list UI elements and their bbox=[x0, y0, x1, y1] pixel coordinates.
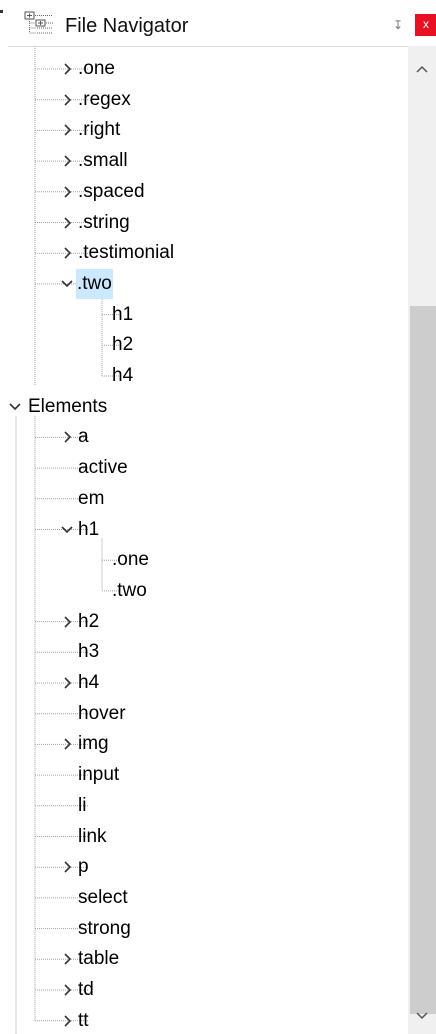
tree-item-label: .spaced bbox=[78, 180, 145, 202]
chevron-right-icon[interactable] bbox=[59, 951, 75, 967]
file-navigator-panel: File Navigator ↧ x .one .regex .right .smal… bbox=[0, 0, 436, 1034]
tree-item[interactable]: h3 bbox=[8, 637, 408, 667]
tree-item-label: hover bbox=[78, 702, 126, 724]
tree-item-label: h4 bbox=[78, 672, 100, 693]
tree-item-label: h2 bbox=[112, 334, 134, 356]
tree-item[interactable]: .right bbox=[8, 115, 408, 145]
tree-item-label: h4 bbox=[112, 365, 134, 386]
tree-item-label: .right bbox=[78, 119, 121, 141]
tree-item-label: link bbox=[78, 825, 107, 847]
tree-item[interactable]: .two bbox=[8, 268, 408, 299]
tree-item-label: .regex bbox=[78, 88, 131, 110]
tree-item-label: h1 bbox=[112, 303, 134, 325]
tree-item[interactable]: .regex bbox=[8, 85, 408, 115]
tree-item-label: .two bbox=[112, 579, 147, 601]
tree-item[interactable]: Elements bbox=[8, 392, 408, 422]
tree-item-label: .one bbox=[78, 58, 115, 79]
chevron-right-icon[interactable] bbox=[59, 736, 75, 752]
tree-item[interactable]: .spaced bbox=[8, 177, 408, 207]
tree-item-label: a bbox=[78, 426, 89, 448]
chevron-down-icon[interactable] bbox=[59, 276, 75, 292]
chevron-right-icon[interactable] bbox=[59, 675, 75, 691]
tree-item-label: .string bbox=[78, 211, 130, 233]
pin-icon[interactable]: ↧ bbox=[391, 18, 405, 32]
tree-item[interactable]: .string bbox=[8, 208, 408, 238]
tree-item-label: li bbox=[78, 794, 87, 816]
tree-view-icon bbox=[24, 11, 53, 34]
tree-item-label: em bbox=[78, 487, 105, 509]
tree-item-label: Elements bbox=[28, 395, 108, 417]
close-icon[interactable]: x bbox=[415, 14, 436, 36]
chevron-right-icon[interactable] bbox=[59, 245, 75, 261]
chevron-down-icon[interactable] bbox=[59, 522, 75, 538]
tree-item[interactable]: strong bbox=[8, 914, 408, 944]
chevron-right-icon[interactable] bbox=[59, 153, 75, 169]
chevron-right-icon[interactable] bbox=[59, 614, 75, 630]
tree-item-label: strong bbox=[78, 917, 131, 939]
tree-item[interactable]: h2 bbox=[8, 607, 408, 637]
panel-title: File Navigator bbox=[65, 15, 189, 37]
tree-item[interactable]: li bbox=[8, 791, 408, 821]
tree-item[interactable]: .one bbox=[8, 54, 408, 84]
tree-item[interactable]: img bbox=[8, 729, 408, 759]
chevron-right-icon[interactable] bbox=[59, 61, 75, 77]
scrollbar-thumb[interactable] bbox=[410, 306, 436, 1014]
chevron-right-icon[interactable] bbox=[59, 1013, 75, 1029]
tree-item[interactable]: .testimonial bbox=[8, 238, 408, 268]
chevron-down-icon[interactable] bbox=[408, 1001, 436, 1031]
tree-item[interactable]: input bbox=[8, 760, 408, 790]
tree-item[interactable]: p bbox=[8, 852, 408, 882]
tree-item-label: h2 bbox=[78, 610, 100, 632]
window-corner-mark bbox=[0, 10, 3, 13]
tree-item[interactable]: h2 bbox=[8, 330, 408, 360]
tree-item[interactable]: a bbox=[8, 422, 408, 452]
tree-item[interactable]: em bbox=[8, 484, 408, 514]
tree-item[interactable]: table bbox=[8, 944, 408, 974]
chevron-right-icon[interactable] bbox=[59, 859, 75, 875]
chevron-down-icon[interactable] bbox=[8, 399, 23, 415]
tree-item-label: h3 bbox=[78, 641, 100, 663]
tree-item-label: active bbox=[78, 457, 128, 479]
tree-item-label: table bbox=[78, 948, 120, 970]
tree-item[interactable]: .small bbox=[8, 146, 408, 176]
tree-item[interactable]: h1 bbox=[8, 515, 408, 545]
tree-item[interactable]: link bbox=[8, 822, 408, 852]
chevron-right-icon[interactable] bbox=[59, 982, 75, 998]
chevron-right-icon[interactable] bbox=[59, 184, 75, 200]
tree-item-label: .two bbox=[76, 268, 113, 299]
tree-item[interactable]: td bbox=[8, 975, 408, 1005]
tree-item[interactable]: active bbox=[8, 453, 408, 483]
tree-item-label: p bbox=[78, 856, 89, 878]
tree-item-label: .small bbox=[78, 150, 128, 172]
tree-item[interactable]: h1 bbox=[8, 300, 408, 330]
tree-item-label: img bbox=[78, 733, 109, 755]
chevron-up-icon[interactable] bbox=[408, 54, 436, 84]
tree-item-label: td bbox=[78, 979, 94, 1000]
tree-item[interactable]: .two bbox=[8, 576, 408, 606]
tree-view[interactable]: .one .regex .right .small .spaced .string .tes… bbox=[8, 46, 408, 1034]
tree-item[interactable]: tt bbox=[8, 1006, 408, 1034]
chevron-right-icon[interactable] bbox=[59, 122, 75, 138]
tree-item-label: input bbox=[78, 764, 120, 786]
tree-item-label: select bbox=[78, 886, 128, 908]
tree-item-label: .one bbox=[112, 549, 149, 571]
tree-item-label: h1 bbox=[78, 518, 100, 540]
tree-item[interactable]: select bbox=[8, 883, 408, 913]
tree-item[interactable]: h4 bbox=[8, 668, 408, 698]
vertical-scrollbar[interactable] bbox=[408, 46, 436, 1034]
tree-item-label: .testimonial bbox=[78, 242, 175, 264]
tree-item[interactable]: .one bbox=[8, 545, 408, 575]
chevron-right-icon[interactable] bbox=[59, 215, 75, 231]
tree-item-label: tt bbox=[78, 1009, 89, 1031]
title-bar: File Navigator ↧ x bbox=[8, 0, 436, 47]
chevron-right-icon[interactable] bbox=[59, 429, 75, 445]
tree-item[interactable]: hover bbox=[8, 699, 408, 729]
chevron-right-icon[interactable] bbox=[59, 92, 75, 108]
tree-item[interactable]: h4 bbox=[8, 361, 408, 391]
